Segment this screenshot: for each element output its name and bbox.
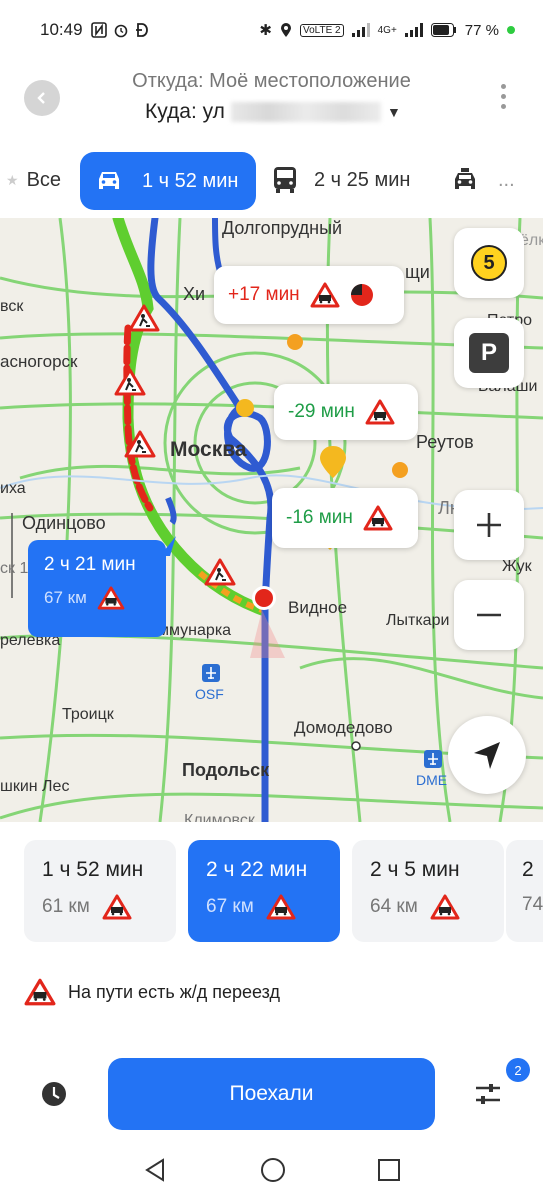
map-view[interactable]: Долгопрудный Щёлк Хи щи Петро вск асного… <box>0 218 543 822</box>
railway-crossing-icon <box>365 399 395 425</box>
star-icon: ★ <box>6 171 19 188</box>
mode-car[interactable]: 1 ч 52 мин <box>80 152 256 210</box>
signal-icon-2 <box>404 23 423 37</box>
to-label: Куда: ул <box>145 100 225 123</box>
system-nav-bar <box>0 1140 543 1200</box>
railway-crossing-icon <box>266 894 296 920</box>
nav-home-icon[interactable] <box>259 1156 287 1184</box>
nav-recents-icon[interactable] <box>377 1158 401 1182</box>
chevron-left-icon <box>37 92 45 104</box>
taxi-icon <box>455 168 475 189</box>
map-label-reutov: Реутов <box>416 432 474 452</box>
parking-icon: P <box>469 333 509 373</box>
railway-crossing-icon <box>97 586 125 610</box>
roadwork-icon <box>204 558 236 586</box>
map-label-vidnoe: Видное <box>288 598 348 617</box>
railway-crossing-icon <box>430 894 460 920</box>
railway-crossing-icon <box>310 282 340 308</box>
signal-icon <box>351 23 370 37</box>
minus-icon <box>477 613 501 617</box>
nav-back-icon[interactable] <box>143 1157 169 1183</box>
map-label-dolgoprudny: Долгопрудный <box>222 218 343 238</box>
route-card-2[interactable]: 2 ч 22 мин 67 км <box>188 840 340 942</box>
map-label-zhuk: Жук <box>502 558 532 575</box>
route-callout-minus16[interactable]: -16 мин <box>272 488 418 548</box>
volte-badge: VoLTE 2 <box>299 23 344 37</box>
map-label-odintsovo: Одинцово <box>22 513 106 533</box>
alarm-icon <box>114 24 127 38</box>
notice-text: На пути есть ж/д переезд <box>68 981 280 1002</box>
status-left-icons <box>90 22 149 38</box>
route-card-3[interactable]: 2 ч 5 мин 64 км <box>352 840 504 942</box>
go-button[interactable]: Поехали <box>108 1058 435 1130</box>
route-card-4[interactable]: 2 74 <box>506 840 543 942</box>
railway-notice: На пути есть ж/д переезд <box>24 978 280 1006</box>
navigation-arrow-icon <box>474 742 500 769</box>
parking-button[interactable]: P <box>454 318 524 388</box>
filter-icon[interactable] <box>472 1078 504 1110</box>
route-card-1[interactable]: 1 ч 52 мин 61 км <box>24 840 176 942</box>
transport-modes: ★ Все 1 ч 52 мин 2 ч 25 мин ... <box>0 150 543 212</box>
map-label-khimki: Хи <box>183 284 206 304</box>
map-label-domodedovo: Домодедово <box>294 718 393 737</box>
filter-count-badge: 2 <box>506 1058 530 1082</box>
map-label-vsk: вск <box>0 298 24 315</box>
redacted-address <box>230 102 381 122</box>
map-label-troitsk: Троицк <box>62 706 114 723</box>
selected-route-callout[interactable]: 2 ч 21 мин 67 км <box>28 540 166 637</box>
mode-taxi[interactable]: ... <box>450 150 515 210</box>
nfc-icon <box>90 22 107 38</box>
map-label-osf: OSF <box>195 686 224 702</box>
route-header: Откуда: Моё местоположение Куда: ул ▼ <box>0 60 543 142</box>
airport-icon-dme <box>424 750 442 768</box>
roadwork-icon <box>114 368 146 396</box>
more-menu-button[interactable] <box>501 84 507 109</box>
map-label-lytkarino: Лыткари <box>386 612 450 629</box>
from-field[interactable]: Откуда: Моё местоположение <box>0 70 543 93</box>
traffic-level-badge: 5 <box>471 245 507 281</box>
airport-icon-osf <box>202 664 220 682</box>
mode-bus[interactable]: 2 ч 25 мин <box>272 150 410 210</box>
network-type: 4G+ <box>377 24 397 36</box>
zoom-out-button[interactable] <box>454 580 524 650</box>
callout-pointer <box>160 536 176 556</box>
status-time: 10:49 <box>40 20 83 39</box>
status-right: ✱ VoLTE 2 4G+ 77 % <box>259 21 515 39</box>
route-callout-plus17[interactable]: +17 мин <box>214 266 404 324</box>
to-field[interactable]: Куда: ул ▼ <box>145 100 401 124</box>
map-label-ikha: иха <box>0 480 26 497</box>
plus-icon <box>477 513 501 537</box>
map-label-dme: DME <box>416 772 448 788</box>
battery-icon <box>430 23 456 37</box>
roadwork-icon <box>124 430 156 458</box>
battery-percent: 77 % <box>464 21 499 39</box>
map-label-kommunarka: ммунарка <box>158 622 232 639</box>
bus-icon <box>274 167 296 193</box>
map-label-podolsk: Подольск <box>182 760 270 780</box>
traffic-indicator-icon <box>350 284 373 306</box>
map-label-shkin-les: шкин Лес <box>0 778 70 795</box>
railway-crossing-icon <box>363 505 393 531</box>
clock-icon[interactable] <box>40 1080 68 1108</box>
caret-down-icon: ▼ <box>386 104 401 120</box>
map-label-klimovsk: Климовск <box>184 812 255 822</box>
route-callout-minus29[interactable]: -29 мин <box>274 384 418 440</box>
privacy-dot <box>507 26 515 34</box>
map-label-krasnogorsk: асногорск <box>0 352 78 371</box>
status-bar: 10:49 ✱ VoLTE 2 4G+ 77 % <box>0 0 543 60</box>
d-icon <box>135 23 148 37</box>
roadwork-icon <box>128 304 160 332</box>
traffic-button[interactable]: 5 <box>454 228 524 298</box>
mode-all[interactable]: ★ Все <box>6 150 61 210</box>
railway-crossing-icon <box>102 894 132 920</box>
map-label-mytishchi: щи <box>405 262 430 282</box>
car-icon <box>99 172 119 189</box>
map-label-moskva: Москва <box>170 438 247 461</box>
railway-crossing-icon <box>24 978 56 1006</box>
route-options: 1 ч 52 мин 61 км 2 ч 22 мин 67 км 2 ч 5 … <box>0 840 543 942</box>
zoom-in-button[interactable] <box>454 490 524 560</box>
my-location-button[interactable] <box>448 716 526 794</box>
location-icon <box>280 23 291 37</box>
bluetooth-icon: ✱ <box>259 22 272 39</box>
